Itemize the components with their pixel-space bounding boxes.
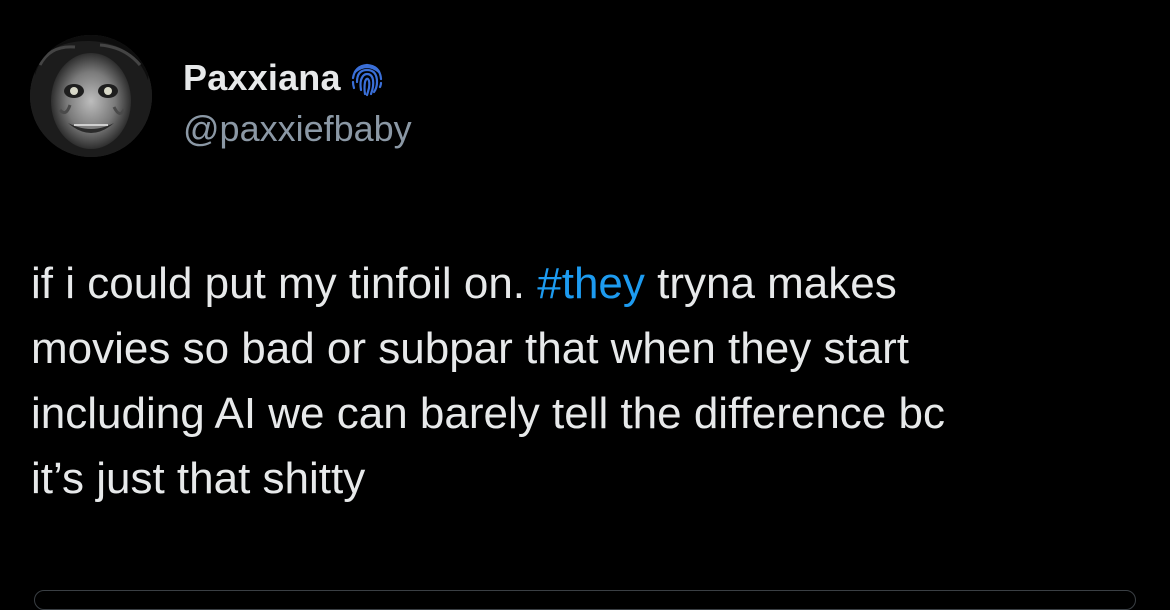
tweet-line-4: it’s just that shitty [31,454,366,503]
tweet-line-3: including AI we can barely tell the diff… [31,389,945,438]
author-handle[interactable]: @paxxiefbaby [183,108,412,150]
tweet-line-1: if i could put my tinfoil on. #they tryn… [31,251,1141,316]
tweet-text-segment: if i could put my tinfoil on. [31,259,538,308]
author-name-row: Paxxiana [183,56,387,100]
avatar[interactable] [30,35,152,157]
embedded-card-edge[interactable] [34,590,1136,610]
tweet: Paxxiana @paxxiefbaby if i could put my … [0,0,1170,610]
profile-photo [30,35,152,157]
display-name[interactable]: Paxxiana [183,57,341,99]
hashtag-link[interactable]: #they [537,259,645,308]
tweet-text-segment: tryna makes [644,259,897,308]
fingerprint-icon [347,58,387,98]
tweet-line-2: movies so bad or subpar that when they s… [31,324,910,373]
tweet-text: if i could put my tinfoil on. #they tryn… [31,251,1141,511]
